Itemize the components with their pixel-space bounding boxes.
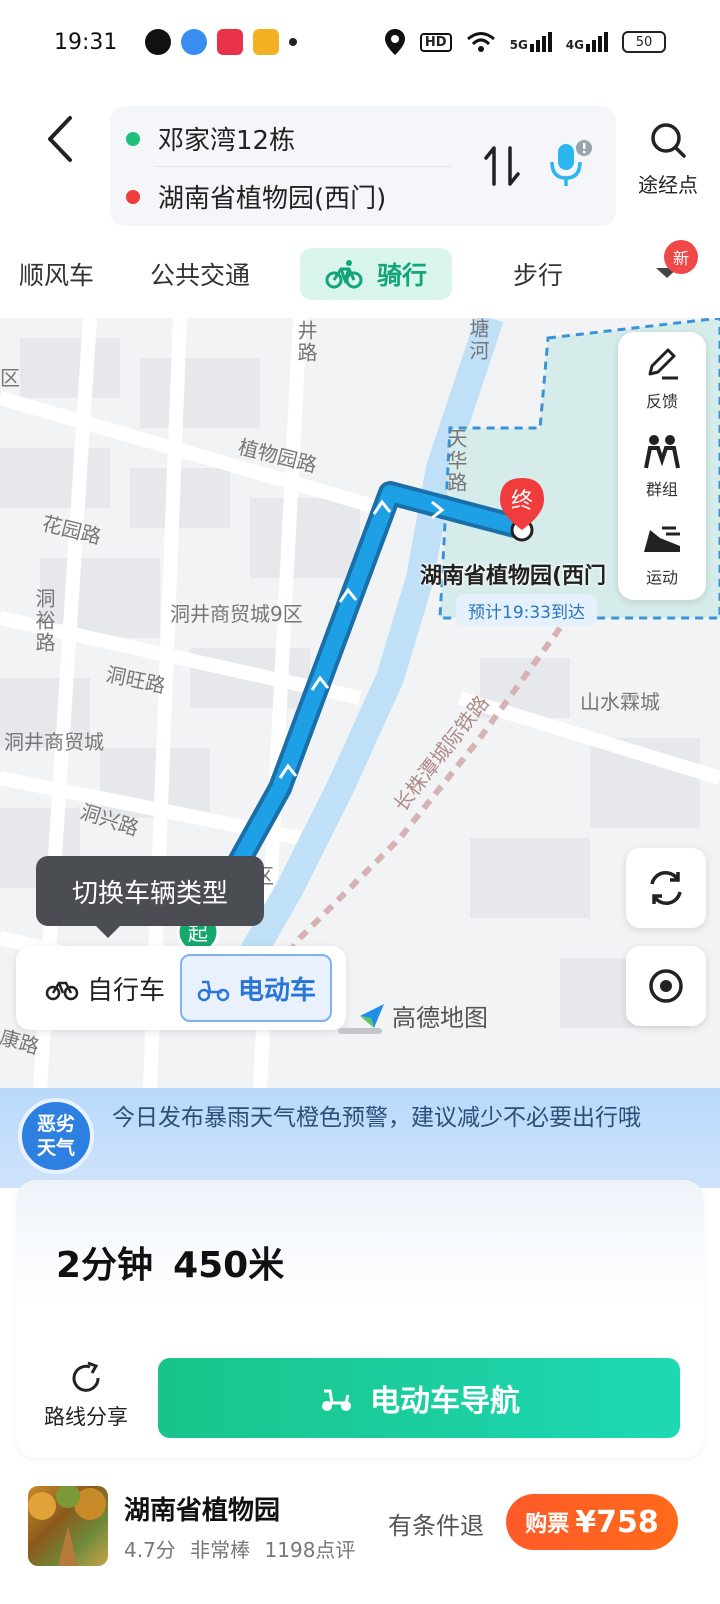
road-label: 区 <box>0 366 20 390</box>
poi-card[interactable]: 湖南省植物园 4.7分 非常棒 1198点评 有条件退 购票 ¥758 <box>16 1472 704 1604</box>
road-label: 塘河 <box>466 318 490 362</box>
poi-refund-policy: 有条件退 <box>388 1512 484 1540</box>
map-tools-panel: 反馈 群组 运动 <box>618 332 706 600</box>
group-tool[interactable]: 群组 <box>618 432 706 500</box>
new-badge: 新 <box>664 240 698 274</box>
road-label: 洞裕路 <box>32 588 56 654</box>
destination-label[interactable]: 湖南省植物园(西门 <box>420 558 606 590</box>
route-header: 邓家湾12栋 湖南省植物园(西门) 途经点 <box>0 100 720 230</box>
battery-indicator: 50 <box>622 31 666 53</box>
search-icon <box>651 123 686 158</box>
route-distance: 450米 <box>173 1245 285 1286</box>
eta-pill: 预计19:33到达 <box>456 594 597 626</box>
end-point-field[interactable]: 湖南省植物园(西门) <box>126 178 386 215</box>
switch-vehicle-tooltip: 切换车辆类型 <box>36 856 264 938</box>
edit-icon <box>648 348 678 380</box>
tab-walking[interactable]: 步行 <box>478 248 598 300</box>
tab-carpool[interactable]: 顺风车 <box>0 248 94 300</box>
ebike-navigation-button[interactable]: 电动车导航 <box>158 1358 680 1438</box>
vehicle-bicycle-option[interactable]: 自行车 <box>30 954 180 1022</box>
end-marker-text: 终 <box>511 489 533 514</box>
voice-input-button[interactable] <box>540 136 596 192</box>
locate-icon <box>649 969 683 1003</box>
route-divider <box>154 166 452 167</box>
share-icon <box>72 1361 100 1392</box>
waypoint-button[interactable]: 途经点 <box>628 120 708 198</box>
start-point-field[interactable]: 邓家湾12栋 <box>126 120 295 157</box>
refresh-icon <box>650 871 682 905</box>
ebike-icon <box>197 980 230 1002</box>
poi-thumbnail <box>28 1486 108 1566</box>
browser-icon <box>181 29 208 55</box>
app-58-icon <box>253 29 280 55</box>
amap-logo-icon <box>360 1003 384 1028</box>
road-label: 天华路 <box>444 428 468 494</box>
bottom-sheet-handle[interactable] <box>338 1028 382 1034</box>
wifi-icon <box>466 32 495 52</box>
poi-name: 湖南省植物园 <box>124 1496 281 1526</box>
vehicle-type-toggle: 自行车 电动车 <box>16 946 346 1030</box>
route-duration: 2分钟 <box>56 1245 154 1286</box>
vehicle-ebike-option[interactable]: 电动车 <box>180 954 332 1022</box>
buy-ticket-button[interactable]: 购票 ¥758 <box>506 1494 678 1550</box>
locate-me-button[interactable] <box>626 946 706 1026</box>
hd-icon: HD <box>419 32 452 52</box>
poi-rating-desc: 非常棒 <box>190 1538 251 1562</box>
qq-icon <box>145 29 172 55</box>
road-label: 洞井商贸城 <box>4 730 104 754</box>
more-dot-icon <box>289 38 298 46</box>
swap-route-button[interactable] <box>482 142 522 190</box>
sport-tool[interactable]: 运动 <box>618 520 706 588</box>
group-icon <box>644 435 680 469</box>
status-time: 19:31 <box>54 29 118 55</box>
bicycle-icon <box>45 981 79 1001</box>
end-point-text: 湖南省植物园(西门) <box>158 184 387 214</box>
feedback-tool[interactable]: 反馈 <box>618 344 706 412</box>
status-bar: 19:31 HD 5G 4G 50 <box>0 0 720 84</box>
start-dot-icon <box>126 131 140 146</box>
route-share-button[interactable]: 路线分享 <box>36 1360 136 1431</box>
route-summary: 2分钟 450米 <box>56 1236 284 1288</box>
scooter-icon <box>322 1389 351 1411</box>
notification-icons <box>145 29 298 55</box>
start-point-text: 邓家湾12栋 <box>158 126 296 156</box>
running-shoe-icon <box>644 526 680 552</box>
signal-5g-icon: 5G <box>510 32 552 52</box>
location-icon <box>384 29 405 55</box>
status-right: HD 5G 4G 50 <box>384 28 666 56</box>
travel-mode-tabs: 顺风车 公共交通 骑行 步行 新 <box>0 240 720 306</box>
route-input-box: 邓家湾12栋 湖南省植物园(西门) <box>110 106 616 226</box>
poi-reviews: 1198点评 <box>264 1538 356 1562</box>
poi-meta: 4.7分 非常棒 1198点评 <box>124 1534 355 1563</box>
tab-cycling[interactable]: 骑行 <box>300 248 452 300</box>
weather-alert-banner[interactable]: 恶劣 天气 今日发布暴雨天气橙色预警，建议减少不必要出行哦 <box>0 1088 720 1188</box>
signal-4g-icon: 4G <box>566 32 608 52</box>
end-dot-icon <box>126 189 140 204</box>
road-label: 山水霖城 <box>580 690 660 714</box>
tab-public-transit[interactable]: 公共交通 <box>140 248 260 300</box>
bike-icon <box>325 260 363 289</box>
map-view[interactable]: 终 起 井路 植物园路 花园路 天华路 塘河 洞井商贸城9区 洞裕路 洞旺路 洞… <box>0 318 720 1088</box>
refresh-route-button[interactable] <box>626 848 706 928</box>
shop-app-icon <box>217 29 244 55</box>
road-label: 井路 <box>294 320 318 364</box>
weather-alert-text: 今日发布暴雨天气橙色预警，建议减少不必要出行哦 <box>112 1105 641 1131</box>
weather-badge: 恶劣 天气 <box>18 1098 94 1174</box>
back-button[interactable] <box>40 112 84 166</box>
poi-rating: 4.7分 <box>124 1538 176 1562</box>
waypoint-label: 途经点 <box>638 173 698 197</box>
road-label: 洞井商贸城9区 <box>170 602 303 626</box>
route-summary-card: 2分钟 450米 路线分享 电动车导航 <box>16 1180 704 1458</box>
